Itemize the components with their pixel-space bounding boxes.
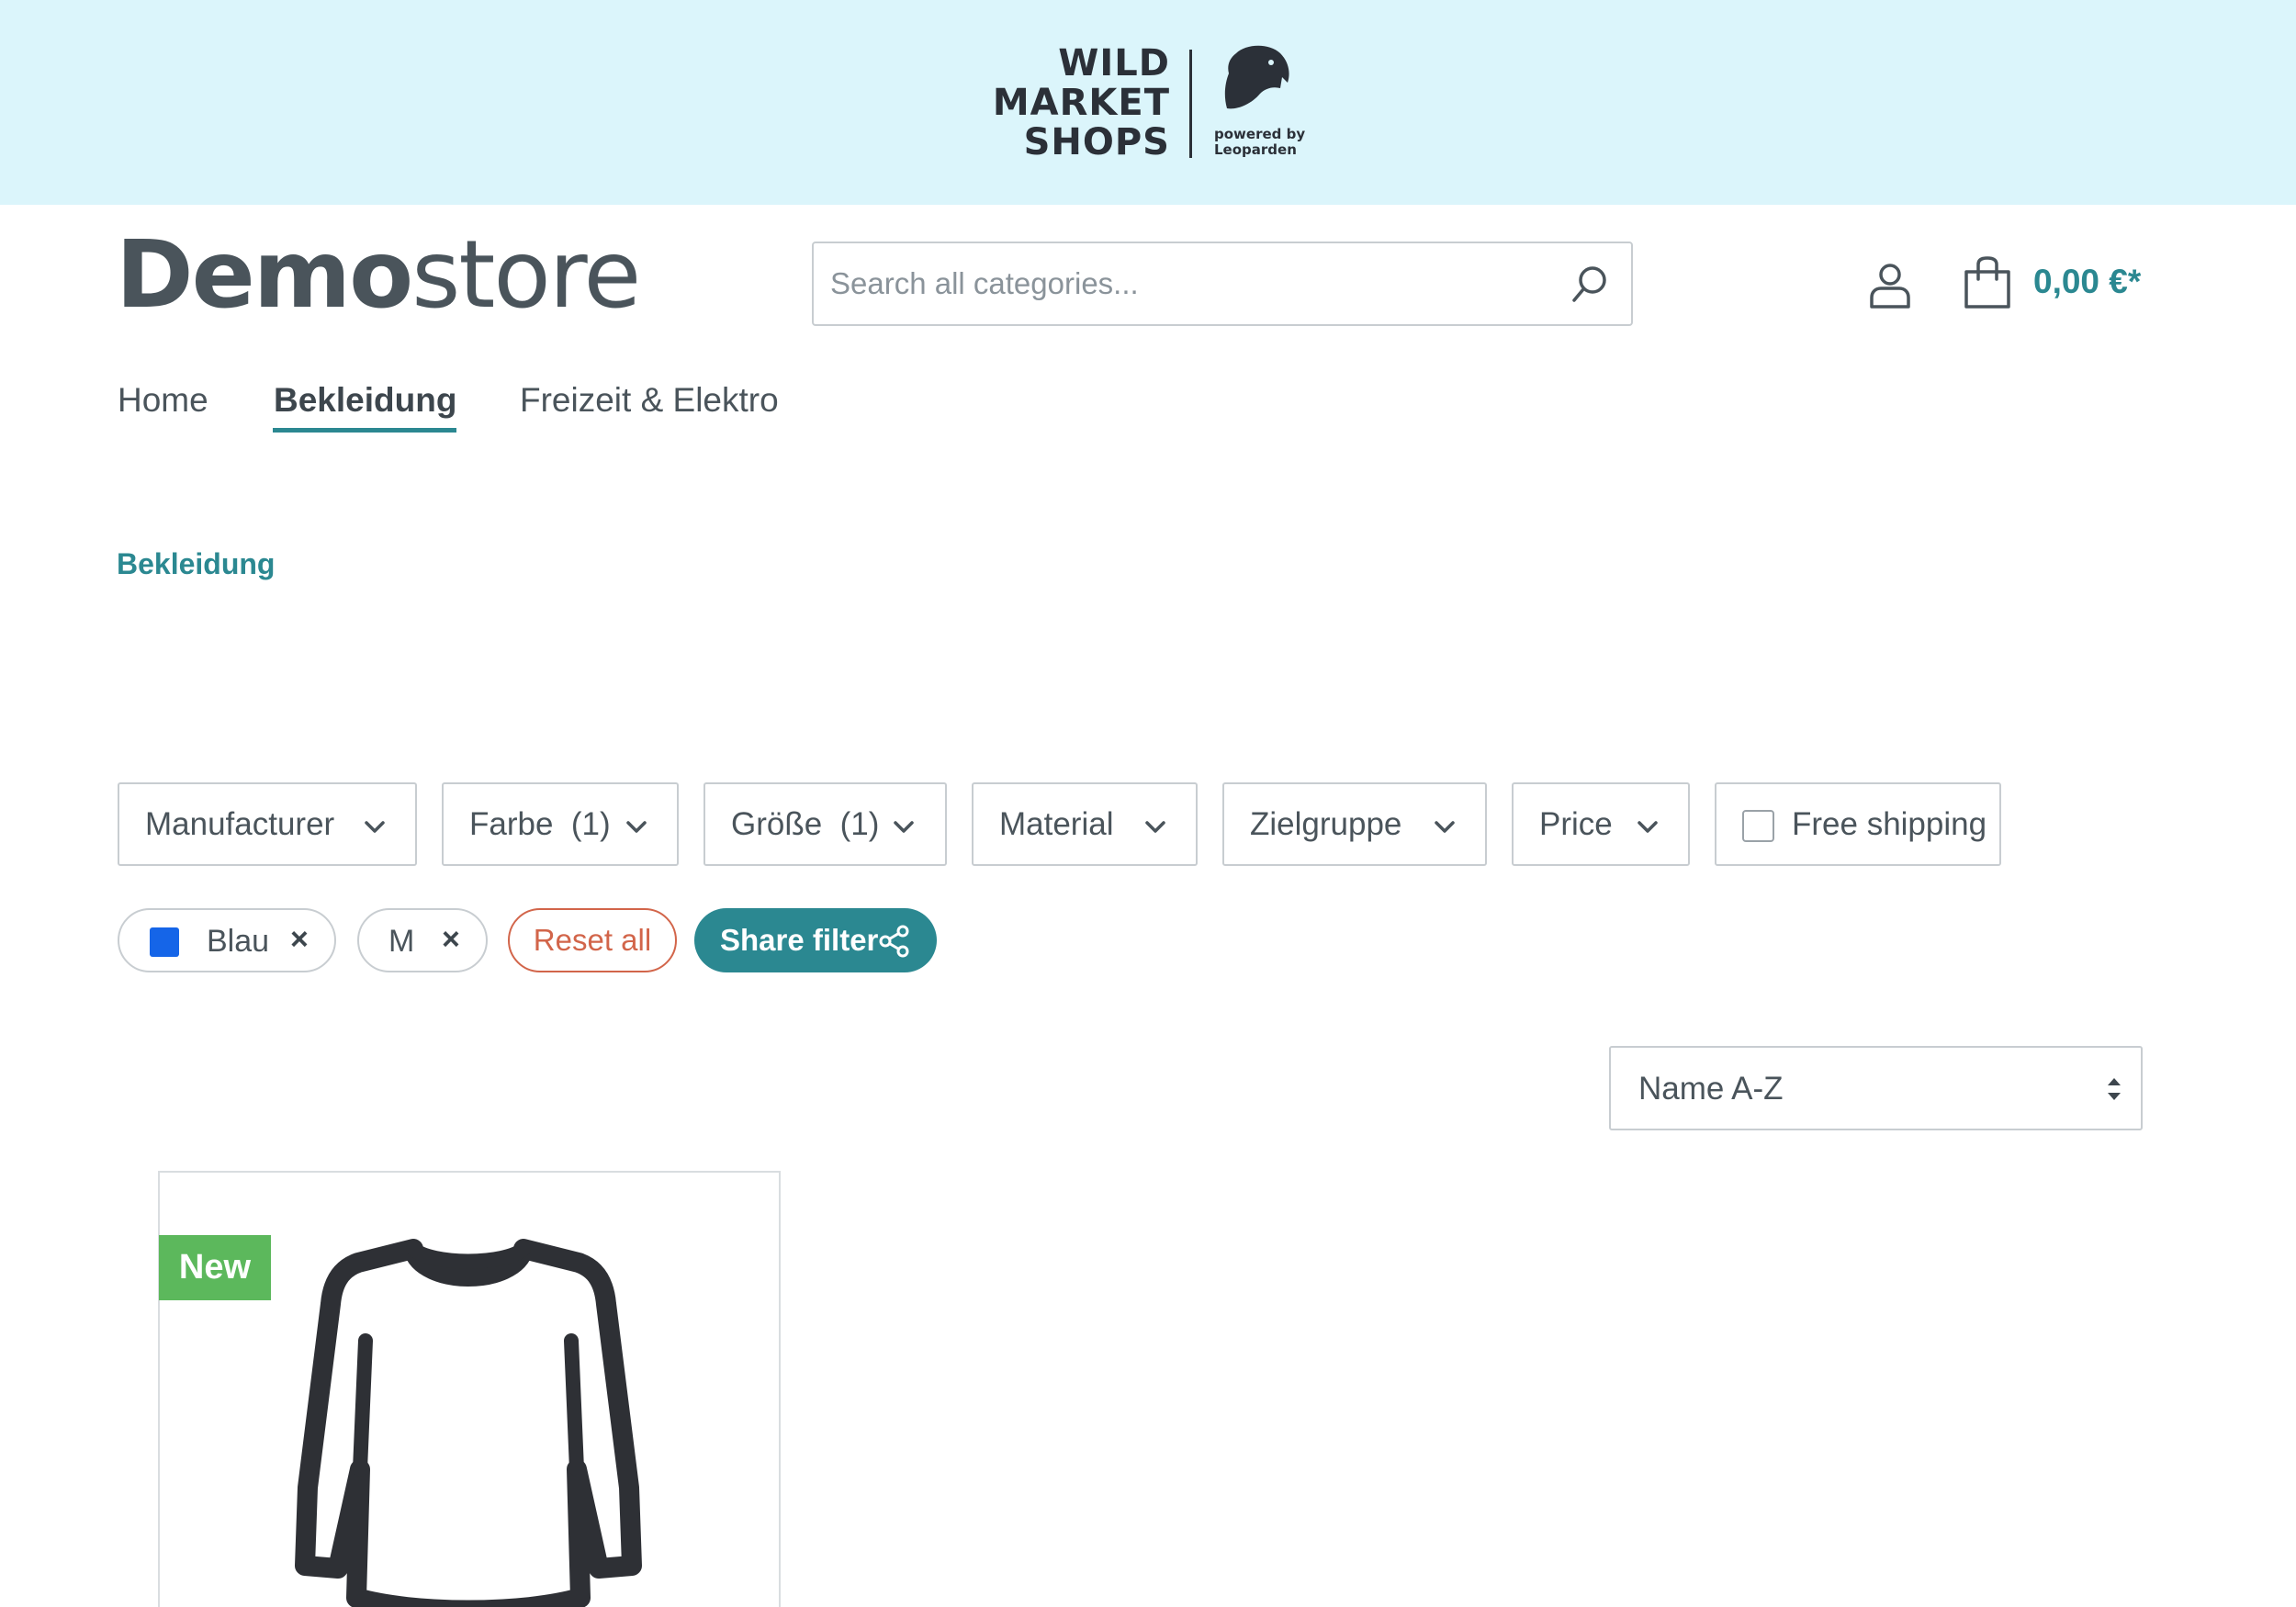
store-logo[interactable]: Demostore [116, 225, 641, 326]
share-filter-label: Share filter [720, 923, 879, 957]
filter-free-shipping[interactable]: Free shipping [1715, 782, 2001, 866]
chevron-down-icon [626, 821, 647, 833]
logo-bold-part: Demo [116, 220, 413, 330]
filter-material[interactable]: Material [972, 782, 1198, 866]
nav-item-bekleidung[interactable]: Bekleidung [274, 381, 456, 420]
logo-light-part: store [411, 220, 641, 330]
filter-price[interactable]: Price [1512, 782, 1690, 866]
chevron-down-icon [1145, 821, 1165, 833]
nav-item-home[interactable]: Home [118, 381, 208, 420]
active-nav-underline [273, 428, 456, 433]
brand-line: SHOPS [1023, 121, 1170, 163]
filter-label: Material [999, 806, 1114, 842]
share-filter-button[interactable]: Share filter [694, 908, 937, 972]
filter-label: Price [1539, 806, 1613, 842]
chevron-down-icon [894, 821, 914, 833]
sorting-value: Name A-Z [1638, 1071, 1784, 1107]
remove-filter-icon[interactable]: × [290, 922, 309, 958]
active-filter-chip-m[interactable]: M × [357, 908, 488, 972]
sort-arrows-icon [2108, 1078, 2121, 1100]
breadcrumb[interactable]: Bekleidung [117, 547, 275, 581]
filter-farbe[interactable]: Farbe (1) [442, 782, 679, 866]
chevron-down-icon [365, 821, 385, 833]
filter-label: Größe (1) [731, 806, 880, 842]
share-icon [879, 925, 909, 958]
color-swatch [150, 927, 179, 957]
free-shipping-checkbox[interactable] [1742, 810, 1774, 842]
filter-manufacturer[interactable]: Manufacturer [118, 782, 417, 866]
search-input[interactable] [830, 262, 1547, 306]
filter-label: Farbe (1) [469, 806, 611, 842]
promo-banner: WILD MARKET SHOPS powered by Leoparden [0, 0, 2296, 205]
leopard-head-icon [1224, 45, 1289, 109]
filter-label: Zielgruppe [1250, 806, 1402, 842]
powered-line: Leoparden [1214, 141, 1297, 158]
search-box [812, 242, 1633, 326]
reset-all-button[interactable]: Reset all [508, 908, 677, 972]
long-sleeve-shirt-icon[interactable] [285, 1221, 652, 1607]
chip-label: Blau [207, 924, 270, 959]
active-filter-chip-blau[interactable]: Blau × [118, 908, 336, 972]
remove-filter-icon[interactable]: × [442, 922, 460, 958]
chip-label: M [388, 924, 415, 959]
chevron-down-icon [1435, 821, 1455, 833]
account-icon[interactable] [1864, 259, 1916, 310]
filter-label: Free shipping [1792, 806, 1987, 842]
brand-wordmark: WILD MARKET SHOPS [990, 44, 1170, 163]
nav-item-freizeit-elektro[interactable]: Freizeit & Elektro [520, 381, 779, 420]
brand-line: MARKET [992, 82, 1170, 124]
chevron-down-icon [1638, 821, 1658, 833]
filter-zielgruppe[interactable]: Zielgruppe [1222, 782, 1487, 866]
search-icon[interactable] [1567, 262, 1613, 308]
filter-label: Manufacturer [145, 806, 335, 842]
brand-divider [1189, 50, 1192, 158]
brand-line: WILD [1058, 42, 1170, 84]
powered-by-text: powered by Leoparden [1214, 127, 1305, 158]
filter-groesse[interactable]: Größe (1) [703, 782, 947, 866]
cart-icon[interactable] [1961, 255, 2014, 310]
sorting-select[interactable]: Name A-Z [1609, 1046, 2143, 1130]
cart-total[interactable]: 0,00 €* [2033, 263, 2141, 301]
new-badge: New [159, 1235, 271, 1300]
powered-line: powered by [1214, 126, 1306, 142]
